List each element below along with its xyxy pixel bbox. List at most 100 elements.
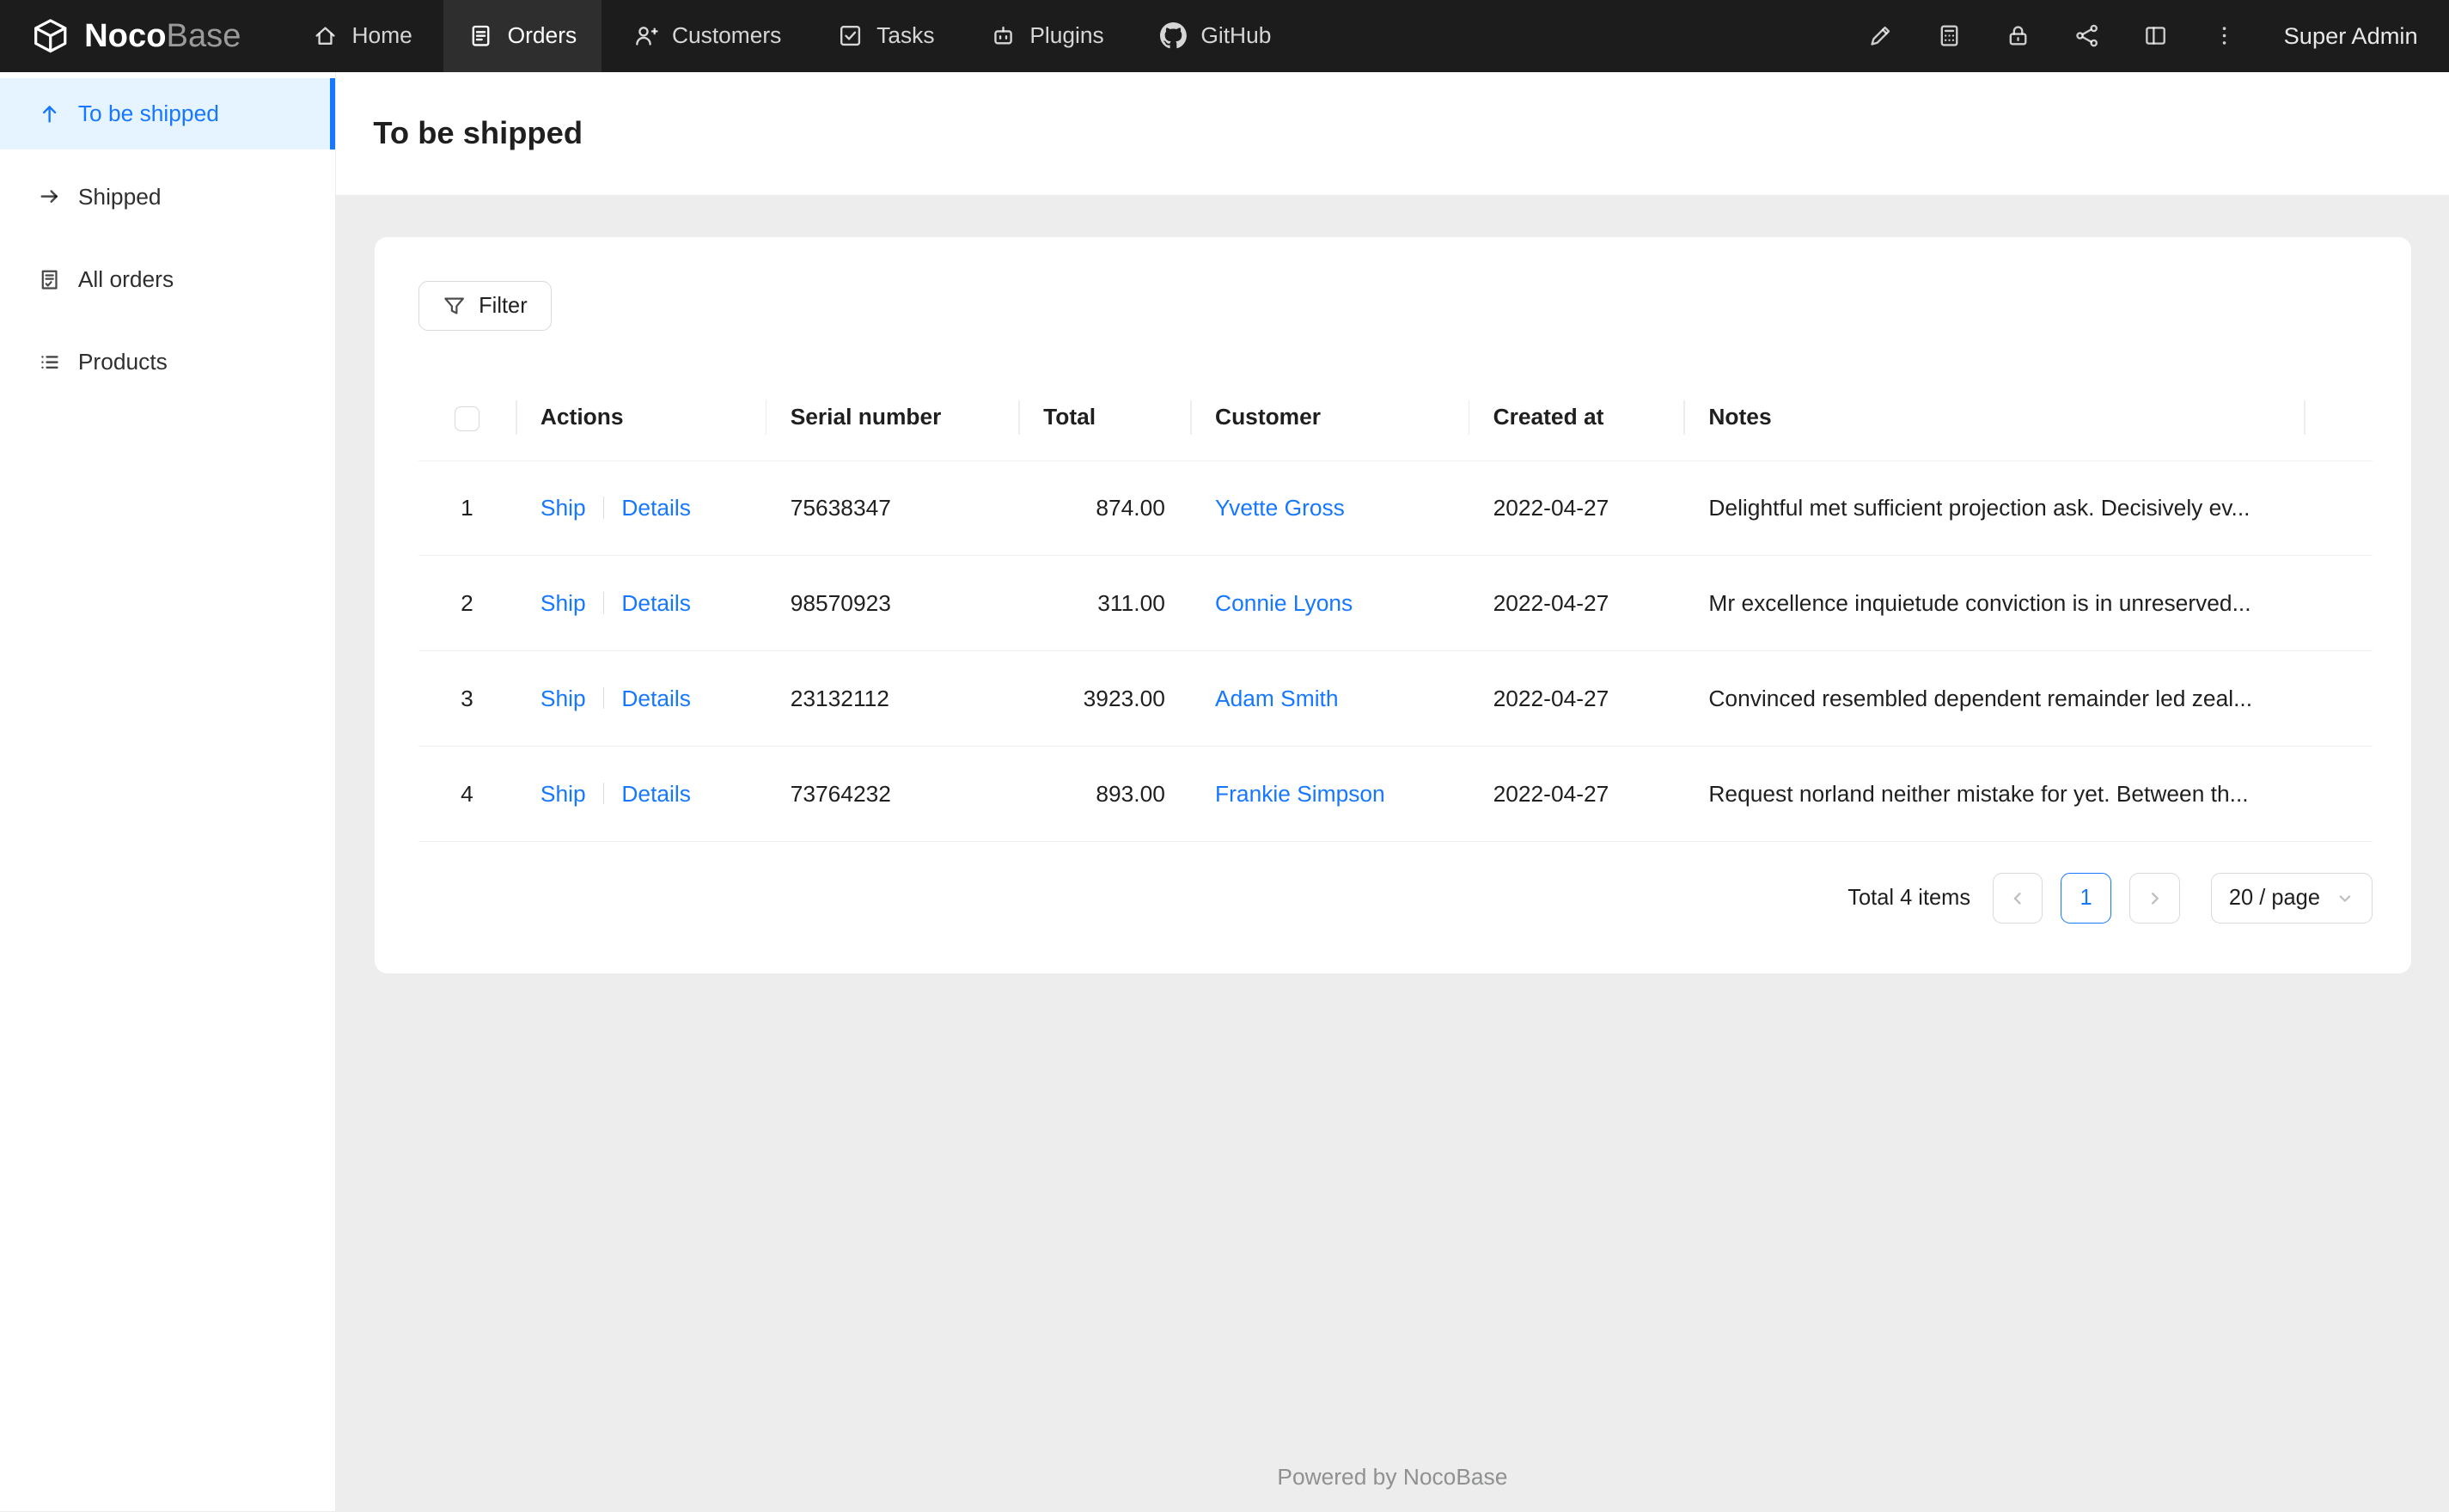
customer-link[interactable]: Frankie Simpson xyxy=(1215,781,1385,807)
filter-button[interactable]: Filter xyxy=(418,281,552,332)
highlighter-button[interactable] xyxy=(1847,0,1915,72)
notes-cell: Mr excellence inquietude conviction is i… xyxy=(1683,555,2304,652)
action-divider xyxy=(602,686,605,710)
details-link[interactable]: Details xyxy=(621,590,691,616)
pagination-prev-button[interactable] xyxy=(1992,873,2043,924)
table-row: 2 Ship Details 98570923 311.00 Connie Lyo… xyxy=(418,555,2373,652)
nav-item-github[interactable]: GitHub xyxy=(1135,0,1296,72)
column-header-serial-number: Serial number xyxy=(765,375,1019,461)
nav-item-orders[interactable]: Orders xyxy=(443,0,602,72)
created-at-cell: 2022-04-27 xyxy=(1468,746,1684,843)
more-button[interactable] xyxy=(2190,0,2259,72)
row-index: 3 xyxy=(461,685,473,711)
total-cell: 311.00 xyxy=(1018,555,1190,652)
row-index: 4 xyxy=(461,780,473,807)
nav-item-home[interactable]: Home xyxy=(288,0,437,72)
filter-icon xyxy=(443,295,466,318)
details-link[interactable]: Details xyxy=(621,495,691,521)
nav-item-label: Home xyxy=(351,22,412,49)
highlighter-icon xyxy=(1868,23,1893,48)
pagination-total: Total 4 items xyxy=(1847,885,1971,910)
user-menu[interactable]: Super Admin xyxy=(2284,22,2418,50)
nav-item-label: Tasks xyxy=(876,22,935,49)
plugins-icon xyxy=(991,23,1016,48)
nocobase-logo[interactable]: NocoBase xyxy=(0,0,284,72)
top-navbar: NocoBase Home Orders Customers Tasks Plu… xyxy=(0,0,2449,72)
sidebar-item-label: Shipped xyxy=(77,183,162,210)
content-area: Filter Actions Serial number Total Custo… xyxy=(336,195,2449,1442)
list-icon xyxy=(38,351,61,374)
serial-cell: 98570923 xyxy=(765,555,1019,652)
column-header-spacer xyxy=(2303,375,2373,461)
pagination-next-button[interactable] xyxy=(2129,873,2180,924)
calculator-button[interactable] xyxy=(1915,0,1984,72)
notes-cell: Request norland neither mistake for yet.… xyxy=(1683,746,2304,843)
ship-link[interactable]: Ship xyxy=(540,495,586,521)
column-header-notes: Notes xyxy=(1683,375,2304,461)
action-divider xyxy=(602,782,605,805)
filter-button-label: Filter xyxy=(479,293,528,318)
total-cell: 3923.00 xyxy=(1018,650,1190,747)
lock-button[interactable] xyxy=(1984,0,2053,72)
pagination: Total 4 items 1 20 / page xyxy=(418,873,2373,924)
ship-link[interactable]: Ship xyxy=(540,686,586,711)
ship-link[interactable]: Ship xyxy=(540,590,586,616)
layout: To be shipped Shipped All orders Product… xyxy=(0,71,2449,1512)
notes-cell: Convinced resembled dependent remainder … xyxy=(1683,650,2304,747)
home-icon xyxy=(313,23,338,48)
column-header-actions: Actions xyxy=(515,375,766,461)
pagination-page-1[interactable]: 1 xyxy=(2061,873,2111,924)
nav-item-plugins[interactable]: Plugins xyxy=(966,0,1129,72)
layout-icon xyxy=(2143,23,2168,48)
chevron-right-icon xyxy=(2145,888,2165,909)
main-area: To be shipped Filter Actions Serial numb… xyxy=(335,71,2449,1512)
nav-item-label: GitHub xyxy=(1200,22,1272,49)
sidebar-item-all-orders[interactable]: All orders xyxy=(0,244,335,316)
nav-item-customers[interactable]: Customers xyxy=(608,0,806,72)
nav-item-tasks[interactable]: Tasks xyxy=(813,0,960,72)
serial-cell: 23132112 xyxy=(765,650,1019,747)
navbar-right: Super Admin xyxy=(1847,0,2449,72)
column-header-created-at: Created at xyxy=(1468,375,1684,461)
github-icon xyxy=(1160,22,1188,49)
total-cell: 893.00 xyxy=(1018,746,1190,843)
sidebar-item-label: To be shipped xyxy=(77,101,219,127)
customer-link[interactable]: Connie Lyons xyxy=(1215,590,1353,616)
customers-icon xyxy=(633,23,658,48)
total-cell: 874.00 xyxy=(1018,460,1190,557)
select-all-checkbox[interactable] xyxy=(454,405,479,431)
tasks-icon xyxy=(838,23,863,48)
share-button[interactable] xyxy=(2053,0,2122,72)
page-size-value: 20 / page xyxy=(2228,885,2320,910)
layout-button[interactable] xyxy=(2122,0,2190,72)
arrow-right-icon xyxy=(38,185,61,208)
sidebar-item-products[interactable]: Products xyxy=(0,326,335,399)
page-header: To be shipped xyxy=(335,71,2449,196)
details-link[interactable]: Details xyxy=(621,686,691,711)
footer: Powered by NocoBase xyxy=(336,1442,2449,1511)
table-row: 3 Ship Details 23132112 3923.00 Adam Smit… xyxy=(418,650,2373,747)
nocobase-logo-icon xyxy=(31,16,70,55)
details-link[interactable]: Details xyxy=(621,781,691,807)
column-header-customer: Customer xyxy=(1189,375,1469,461)
page-size-select[interactable]: 20 / page xyxy=(2210,873,2373,924)
row-index: 1 xyxy=(461,495,473,521)
page-title: To be shipped xyxy=(373,115,583,151)
created-at-cell: 2022-04-27 xyxy=(1468,460,1684,557)
ship-link[interactable]: Ship xyxy=(540,781,586,807)
customer-link[interactable]: Yvette Gross xyxy=(1215,495,1345,521)
created-at-cell: 2022-04-27 xyxy=(1468,650,1684,747)
created-at-cell: 2022-04-27 xyxy=(1468,555,1684,652)
share-icon xyxy=(2074,23,2099,48)
orders-table: Actions Serial number Total Customer Cre… xyxy=(418,375,2373,843)
all-orders-icon xyxy=(38,268,61,291)
logo-text: NocoBase xyxy=(84,16,241,54)
customer-link[interactable]: Adam Smith xyxy=(1215,686,1338,711)
arrow-up-icon xyxy=(38,102,61,125)
nav-item-label: Customers xyxy=(671,22,782,49)
sidebar-item-shipped[interactable]: Shipped xyxy=(0,161,335,233)
sidebar-item-label: All orders xyxy=(77,265,174,292)
sidebar-item-to-be-shipped[interactable]: To be shipped xyxy=(0,77,336,150)
orders-card: Filter Actions Serial number Total Custo… xyxy=(375,237,2412,973)
sidebar-item-label: Products xyxy=(77,349,168,375)
